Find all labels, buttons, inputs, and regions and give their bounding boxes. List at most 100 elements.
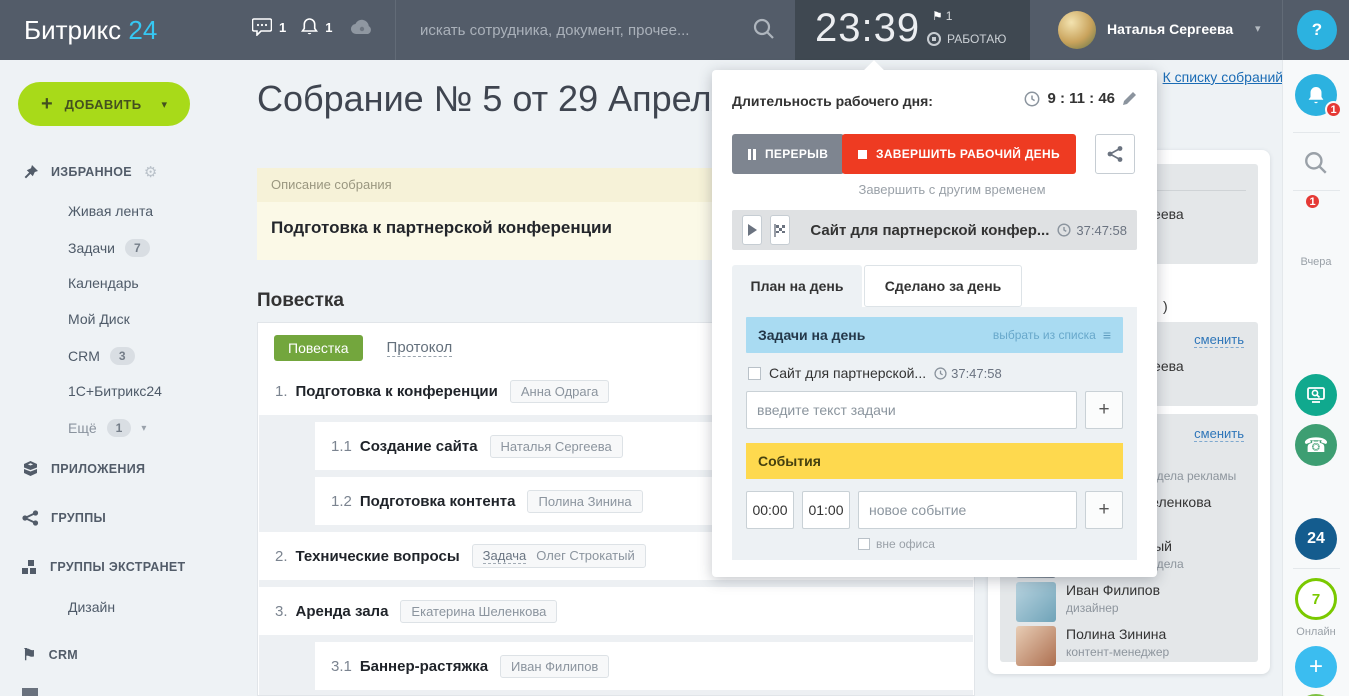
play-icon bbox=[747, 224, 757, 236]
logo[interactable]: Битрикс 24 bbox=[24, 15, 157, 46]
clock-icon bbox=[1057, 223, 1071, 237]
sidebar-item-design[interactable]: Дизайн bbox=[68, 599, 115, 615]
person-badge: Наталья Сергеева bbox=[490, 435, 623, 458]
help-button[interactable]: ? bbox=[1297, 10, 1337, 50]
apps-box-icon bbox=[22, 460, 39, 477]
user-avatar[interactable] bbox=[1058, 11, 1096, 49]
pencil-edit-icon[interactable] bbox=[1122, 91, 1137, 106]
tab-plan-for-day[interactable]: План на день bbox=[732, 265, 862, 307]
clock-icon bbox=[934, 367, 947, 380]
task-checkbox[interactable] bbox=[748, 367, 761, 380]
tab-done-for-day[interactable]: Сделано за день bbox=[864, 265, 1022, 307]
checkered-flag-icon bbox=[774, 224, 787, 237]
stop-icon bbox=[858, 150, 867, 159]
sidebar-item-more[interactable]: Ещё 1 ▾ bbox=[68, 419, 146, 437]
new-task-input[interactable] bbox=[746, 391, 1077, 429]
finish-other-time-link[interactable]: Завершить с другим временем bbox=[827, 182, 1077, 197]
bell-count: 1 bbox=[325, 20, 332, 35]
avatar bbox=[1016, 626, 1056, 666]
sidebar-item-tasks[interactable]: Задачи 7 bbox=[68, 239, 150, 257]
task-link[interactable]: Задача bbox=[483, 548, 527, 564]
sidebar-section-groups[interactable]: ГРУППЫ bbox=[22, 510, 106, 526]
event-time-from-input[interactable] bbox=[746, 491, 794, 529]
agenda-item-3[interactable]: 3. Аренда зала Екатерина Шеленкова bbox=[259, 587, 973, 635]
search-input[interactable] bbox=[420, 14, 780, 46]
out-of-office-row: вне офиса bbox=[858, 537, 1123, 551]
finish-workday-button[interactable]: ЗАВЕРШИТЬ РАБОЧИЙ ДЕНЬ bbox=[842, 134, 1076, 174]
bitrix24-network-button[interactable]: 24 bbox=[1295, 518, 1337, 560]
task-checkbox-row: Сайт для партнерской... 37:47:58 bbox=[748, 365, 1121, 381]
bell-icon[interactable] bbox=[301, 18, 318, 36]
new-event-input[interactable] bbox=[858, 491, 1077, 529]
invite-add-button[interactable]: + bbox=[1295, 646, 1337, 688]
workday-duration-label: Длительность рабочего дня: bbox=[732, 93, 933, 109]
back-to-meetings-link[interactable]: ↪ К списку собраний bbox=[1144, 68, 1283, 86]
sidebar-section-favorites[interactable]: ИЗБРАННОЕ ⚙ bbox=[22, 163, 158, 181]
break-button[interactable]: ПЕРЕРЫВ bbox=[732, 134, 844, 174]
play-button[interactable] bbox=[742, 215, 762, 245]
person-badge: Екатерина Шеленкова bbox=[400, 600, 557, 623]
tab-protocol[interactable]: Протокол bbox=[387, 339, 453, 357]
out-of-office-checkbox[interactable] bbox=[858, 538, 870, 550]
page-title: Собрание № 5 от 29 Апреля bbox=[257, 78, 731, 120]
clock-display: 23:39 bbox=[815, 6, 920, 51]
call-contact-button[interactable]: ☎ bbox=[1295, 424, 1337, 466]
sidebar-item-1c-bitrix24[interactable]: 1С+Битрикс24 bbox=[68, 383, 162, 399]
screen-search-button[interactable] bbox=[1295, 374, 1337, 416]
sidebar-section-apps[interactable]: ПРИЛОЖЕНИЯ bbox=[22, 460, 145, 477]
divider bbox=[1293, 190, 1340, 191]
share-nodes-icon bbox=[1106, 145, 1124, 163]
event-time-to-input[interactable] bbox=[802, 491, 850, 529]
add-button[interactable]: + ДОБАВИТЬ ▾ bbox=[18, 82, 190, 126]
topbar-notifications: 1 1 bbox=[252, 18, 375, 36]
agenda-item-3-1[interactable]: 3.1 Баннер-растяжка Иван Филипов bbox=[315, 642, 973, 690]
user-menu[interactable]: Наталья Сергеева ▾ bbox=[1045, 0, 1282, 60]
contacts-search-button[interactable] bbox=[1303, 150, 1329, 176]
clock-icon bbox=[1024, 91, 1040, 107]
divider bbox=[1293, 132, 1340, 133]
right-toolbar: 1 1 Вчера ☎ 24 7 Онлайн + ☎ bbox=[1282, 60, 1349, 696]
sidebar-section-extranet-groups[interactable]: ГРУППЫ ЭКСТРАНЕТ bbox=[22, 559, 186, 575]
logo-24: 24 bbox=[128, 15, 157, 45]
tab-agenda[interactable]: Повестка bbox=[274, 335, 363, 361]
sidebar-item-calendar[interactable]: Календарь bbox=[68, 275, 139, 291]
chat-count: 1 bbox=[279, 20, 286, 35]
change-link[interactable]: сменить bbox=[1194, 426, 1244, 442]
change-link[interactable]: сменить bbox=[1194, 332, 1244, 348]
notifications-button[interactable]: 1 bbox=[1295, 74, 1337, 116]
share-button[interactable] bbox=[1095, 134, 1135, 174]
meeting-time-fragment: ) bbox=[1163, 298, 1168, 314]
flag-icon: ⚑ bbox=[22, 645, 37, 665]
finish-flag-button[interactable] bbox=[770, 215, 790, 245]
cloud-disk-icon[interactable] bbox=[349, 18, 375, 36]
current-task-bar: Сайт для партнерской конфер... 37:47:58 bbox=[732, 210, 1137, 250]
agenda-heading: Повестка bbox=[257, 290, 344, 312]
person-badge: Задача Олег Строкатый bbox=[472, 544, 646, 568]
search-icon[interactable] bbox=[752, 17, 776, 41]
worktime-widget[interactable]: 23:39 ⚑1 РАБОТАЮ bbox=[795, 0, 1030, 60]
user-name: Наталья Сергеева bbox=[1107, 21, 1233, 37]
add-button-label: ДОБАВИТЬ bbox=[65, 97, 142, 112]
sidebar-next-section-icon bbox=[22, 688, 38, 696]
add-task-button[interactable]: + bbox=[1085, 391, 1123, 429]
sidebar-section-crm[interactable]: ⚑ CRM bbox=[22, 645, 78, 665]
chat-icon[interactable] bbox=[252, 18, 272, 36]
flag-count: 1 bbox=[946, 9, 953, 23]
status-record-icon bbox=[927, 32, 941, 46]
add-event-button[interactable]: + bbox=[1085, 491, 1123, 529]
topbar: Битрикс 24 1 1 23:39 ⚑1 РАБОТАЮ Наталья … bbox=[0, 0, 1349, 60]
global-search[interactable] bbox=[420, 14, 780, 46]
choose-from-list-link[interactable]: выбрать из списка≡ bbox=[993, 327, 1111, 343]
task-checkbox-label[interactable]: Сайт для партнерской... bbox=[769, 365, 926, 381]
sidebar-item-crm[interactable]: CRM 3 bbox=[68, 347, 135, 365]
sidebar-item-my-disk[interactable]: Мой Диск bbox=[68, 311, 130, 327]
more-count-badge: 1 bbox=[107, 419, 132, 437]
help-area: ? bbox=[1282, 0, 1349, 60]
sidebar-item-live-feed[interactable]: Живая лента bbox=[68, 203, 153, 219]
current-task-title[interactable]: Сайт для партнерской конфер... bbox=[810, 222, 1049, 239]
extranet-blocks-icon bbox=[22, 559, 38, 575]
gear-icon[interactable]: ⚙ bbox=[144, 163, 158, 181]
new-task-row: + bbox=[746, 391, 1123, 429]
online-users-button[interactable]: 7 bbox=[1295, 578, 1337, 620]
events-header: События bbox=[746, 443, 1123, 479]
